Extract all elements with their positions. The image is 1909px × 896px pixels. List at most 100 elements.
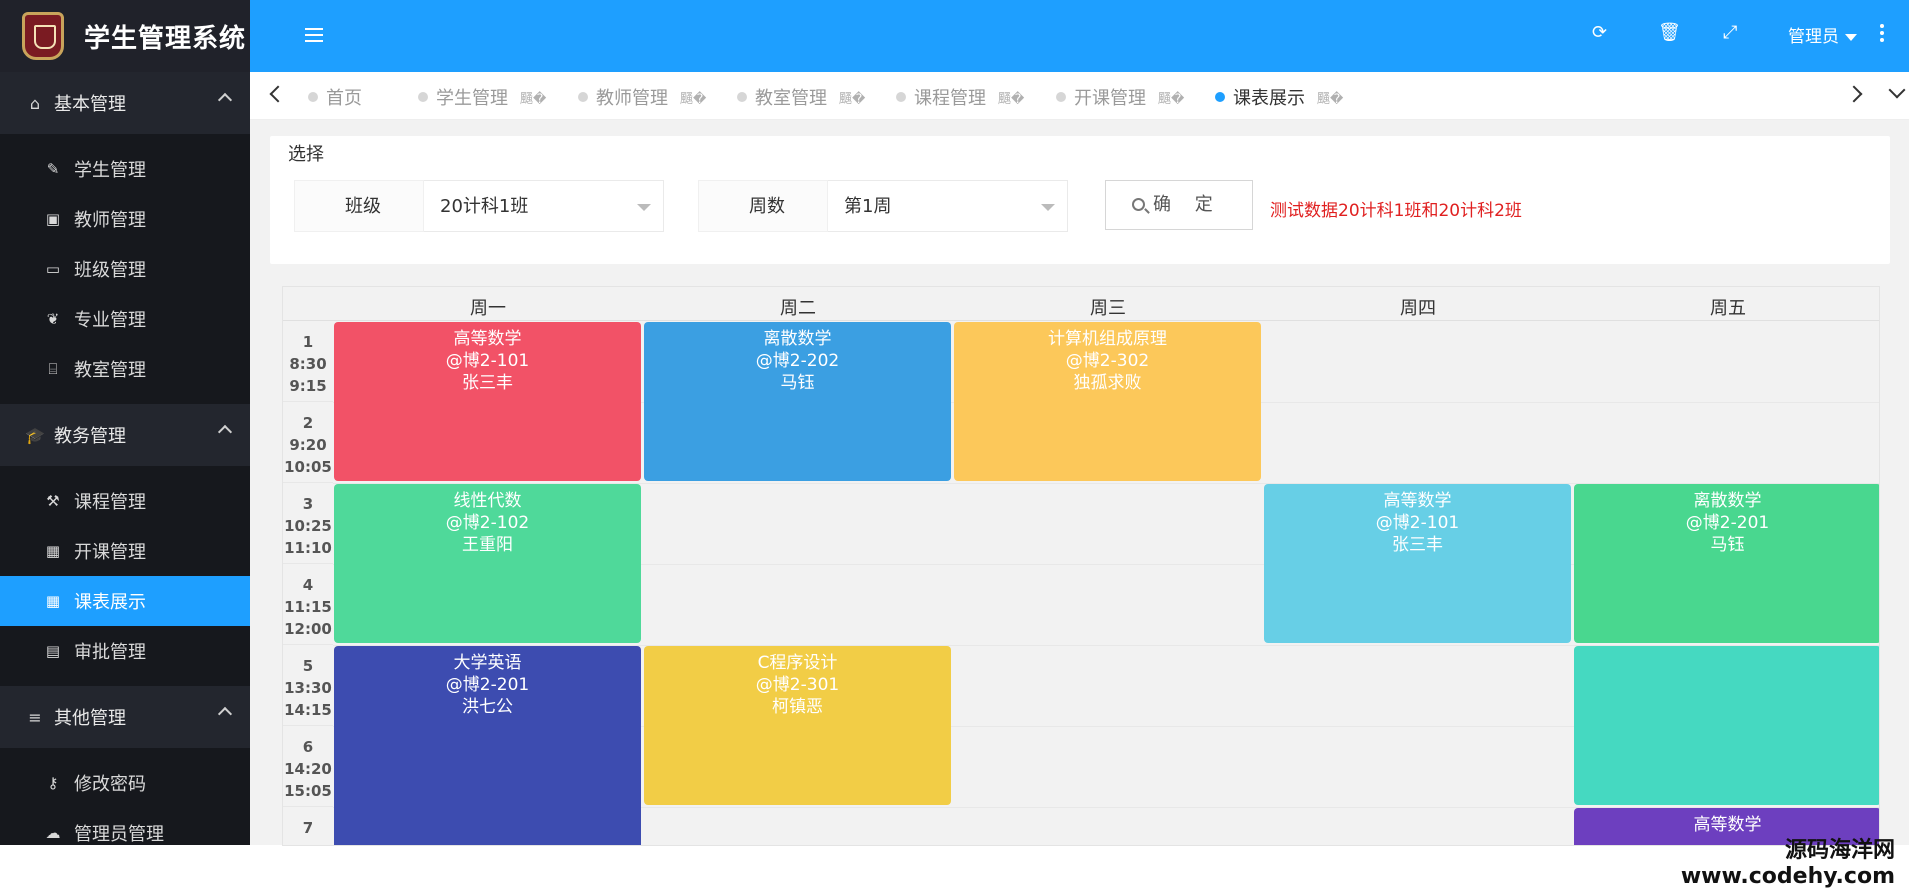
sidebar-item[interactable]: ▭ 班级管理: [0, 244, 250, 294]
sidebar-item[interactable]: ▣ 教师管理: [0, 194, 250, 244]
day-header: 周四: [1400, 298, 1436, 319]
sidebar-item[interactable]: ▤ 审批管理: [0, 626, 250, 676]
trash-icon[interactable]: 🗑: [1658, 22, 1681, 43]
course-name: 高等数学: [1693, 815, 1762, 835]
period-cell: 3 10:25 11:10: [283, 483, 333, 564]
tab-dot-icon: [308, 92, 318, 102]
week-select[interactable]: 第1周: [828, 180, 1068, 232]
sidebar-group-body: ⚷修改密码☁管理员管理📢公告管理: [0, 748, 250, 845]
course-teacher: 张三丰: [462, 373, 513, 393]
course-block[interactable]: 高等数学 @博2-101 张三丰: [1264, 484, 1571, 643]
course-teacher: 王重阳: [462, 535, 513, 555]
briefcase-icon: ▣: [45, 210, 61, 228]
tab-next-icon[interactable]: [1845, 85, 1863, 103]
period-num: 3: [302, 495, 314, 513]
course-teacher: 柯镇恶: [772, 697, 823, 717]
day-header: 周五: [1710, 298, 1746, 319]
course-name: 离散数学: [763, 329, 832, 349]
tab-close-icon[interactable]: 颾�: [1317, 88, 1343, 107]
sidebar-item[interactable]: ✎ 学生管理: [0, 144, 250, 194]
course-block[interactable]: C程序设计 @博2-301 柯镇恶: [644, 646, 951, 805]
tab-close-icon[interactable]: 颾�: [520, 88, 546, 107]
tab-prev-icon[interactable]: [269, 85, 287, 103]
sidebar-group-1[interactable]: 🎓 教务管理: [0, 404, 250, 466]
tab[interactable]: 开课管理 颾�: [1056, 84, 1184, 110]
tab-dot-icon: [1056, 92, 1066, 102]
tab-close-icon[interactable]: 颾�: [680, 88, 706, 107]
app-title: 学生管理系统: [84, 23, 247, 54]
day-header: 周一: [470, 298, 506, 319]
class-field: 班级 20计科1班: [294, 180, 664, 232]
confirm-button[interactable]: 确 定: [1105, 180, 1253, 230]
sidebar-item[interactable]: ⌸ 教室管理: [0, 344, 250, 394]
course-teacher: 马钰: [1710, 535, 1745, 555]
leaf-icon: ❦: [46, 310, 60, 328]
sidebar-item[interactable]: ▦ 开课管理: [0, 526, 250, 576]
course-block[interactable]: 线性代数 @博2-102 王重阳: [334, 484, 641, 643]
dropdown-caret-icon: [1845, 33, 1857, 41]
watermark-line2: www.codehy.com: [1680, 864, 1895, 889]
sidebar-item[interactable]: ▦ 课表展示: [0, 576, 250, 626]
period-end: 9:15: [289, 377, 327, 395]
course-room: @博2-202: [755, 351, 840, 371]
calendar-icon: ▦: [45, 542, 61, 560]
sidebar-item-label: 管理员管理: [74, 824, 164, 845]
period-num: 2: [302, 414, 314, 432]
tab-label: 课表展示: [1233, 88, 1305, 109]
tab-close-icon[interactable]: 颾�: [998, 88, 1024, 107]
period-start: 9:20: [289, 436, 327, 454]
course-block[interactable]: 离散数学 @博2-202 马钰: [644, 322, 951, 481]
week-field: 周数 第1周: [698, 180, 1068, 232]
sidebar-group-0[interactable]: ⌂ 基本管理: [0, 72, 250, 134]
tab[interactable]: 教师管理 颾�: [578, 84, 706, 110]
course-block[interactable]: 大学英语 @博2-201 洪七公: [334, 646, 641, 845]
tab[interactable]: 课表展示 颾�: [1215, 84, 1343, 110]
class-select[interactable]: 20计科1班: [424, 180, 664, 232]
course-room: @博2-101: [1375, 513, 1460, 533]
tab-close-icon[interactable]: 颾�: [839, 88, 865, 107]
chevron-up-icon: [217, 424, 233, 440]
chevron-down-icon: [637, 204, 651, 211]
sidebar-item-label: 开课管理: [74, 542, 146, 563]
course-name: 高等数学: [1383, 491, 1452, 511]
watermark-line1: 源码海洋网: [1784, 838, 1895, 863]
sidebar-item[interactable]: ⚒ 课程管理: [0, 476, 250, 526]
course-block[interactable]: 离散数学 @博2-201 马钰: [1574, 484, 1879, 643]
tab[interactable]: 首页: [308, 84, 362, 110]
course-block[interactable]: [1574, 646, 1879, 805]
sidebar-group-label: 教务管理: [54, 426, 126, 447]
fullscreen-icon[interactable]: ⤢: [1723, 22, 1737, 43]
sidebar-item[interactable]: ☁ 管理员管理: [0, 808, 250, 845]
sidebar-item[interactable]: ❦ 专业管理: [0, 294, 250, 344]
course-room: @博2-302: [1065, 351, 1150, 371]
tab[interactable]: 课程管理 颾�: [896, 84, 1024, 110]
course-block[interactable]: 高等数学 @博2-101 张三丰: [334, 322, 641, 481]
tab-label: 教室管理: [755, 88, 827, 109]
cloud-icon: ☁: [45, 824, 61, 842]
sidebar-item[interactable]: ⚷ 修改密码: [0, 758, 250, 808]
sidebar-item-label: 审批管理: [74, 642, 146, 663]
sidebar-item-label: 教室管理: [74, 360, 146, 381]
course-teacher: 洪七公: [462, 697, 513, 717]
menu-toggle-icon[interactable]: [305, 28, 323, 42]
period-cell: 6 14:20 15:05: [283, 726, 333, 807]
tab[interactable]: 学生管理 颾�: [418, 84, 546, 110]
course-room: @博2-101: [445, 351, 530, 371]
tab-label: 教师管理: [596, 88, 668, 109]
more-icon[interactable]: [1880, 24, 1884, 42]
course-block[interactable]: 计算机组成原理 @博2-302 独孤求败: [954, 322, 1261, 481]
tab[interactable]: 教室管理 颾�: [737, 84, 865, 110]
admin-menu[interactable]: 管理员: [1788, 22, 1857, 47]
tab-bar: 首页 学生管理 颾� 教师管理 颾� 教室管理 颾� 课程管理 颾� 开课管理 颾� 课表展示 颾�: [250, 72, 1909, 120]
tab-menu-icon[interactable]: [1888, 81, 1906, 99]
sidebar-group-2[interactable]: ≡ 其他管理: [0, 686, 250, 748]
tab-close-icon[interactable]: 颾�: [1158, 88, 1184, 107]
period-start: 13:30: [284, 679, 332, 697]
week-value: 第1周: [844, 196, 892, 217]
course-name: C程序设计: [757, 653, 838, 673]
refresh-icon[interactable]: ⟳: [1592, 22, 1607, 43]
graduation-cap-icon: 🎓: [25, 425, 45, 445]
course-name: 线性代数: [453, 491, 522, 511]
course-name: 计算机组成原理: [1048, 329, 1167, 349]
tab-dot-icon: [578, 92, 588, 102]
